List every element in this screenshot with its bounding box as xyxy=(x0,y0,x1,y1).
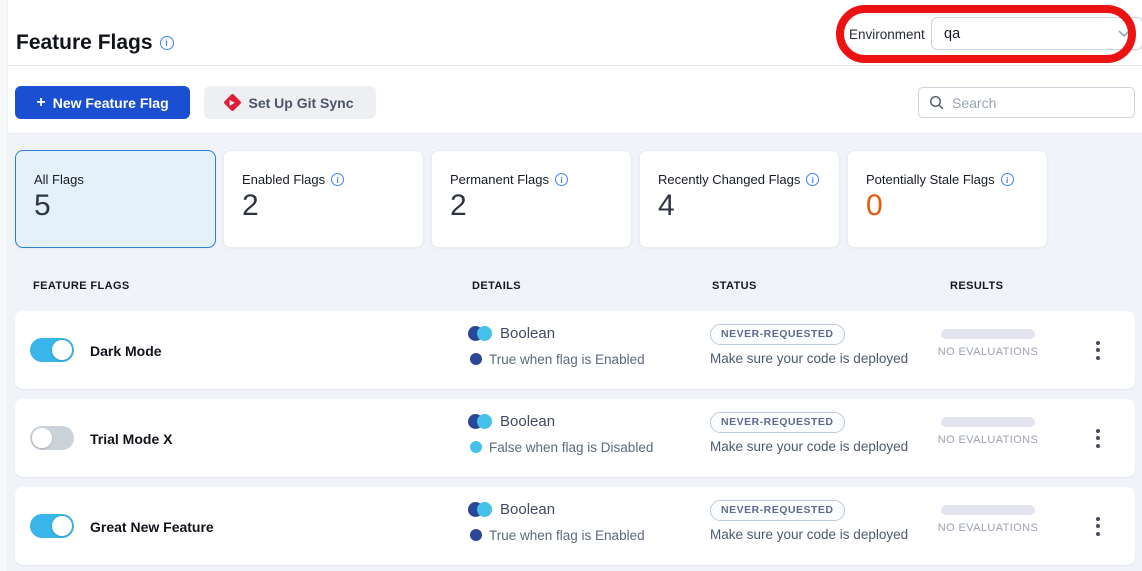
stat-label-text: All Flags xyxy=(34,172,84,187)
new-feature-flag-label: New Feature Flag xyxy=(53,95,169,111)
flag-name[interactable]: Trial Mode X xyxy=(90,431,172,447)
plus-icon: + xyxy=(36,95,45,111)
stat-label-text: Recently Changed Flags xyxy=(658,172,800,187)
value-dot-icon xyxy=(470,353,482,365)
boolean-type-icon xyxy=(468,414,493,429)
stat-label: Recently Changed Flags xyxy=(658,172,819,187)
kebab-menu-button[interactable] xyxy=(1085,423,1111,453)
status-badge: NEVER-REQUESTED xyxy=(710,324,845,345)
boolean-type-icon xyxy=(468,502,493,517)
info-icon[interactable] xyxy=(160,36,174,50)
flag-type-label: Boolean xyxy=(500,325,555,342)
search-icon xyxy=(929,95,944,110)
page-title: Feature Flags xyxy=(16,31,174,55)
stat-label-text: Potentially Stale Flags xyxy=(866,172,995,187)
git-icon xyxy=(224,93,242,111)
results-cell: NO EVALUATIONS xyxy=(933,329,1043,358)
status-badge: NEVER-REQUESTED xyxy=(710,412,845,433)
kebab-menu-button[interactable] xyxy=(1085,511,1111,541)
flag-detail-text: True when flag is Enabled xyxy=(489,352,645,367)
results-label: NO EVALUATIONS xyxy=(933,434,1043,446)
flag-detail-text: False when flag is Disabled xyxy=(489,440,653,455)
flag-type-label: Boolean xyxy=(500,501,555,518)
status-text: Make sure your code is deployed xyxy=(710,439,908,454)
column-header-status: STATUS xyxy=(712,280,757,292)
column-header-details: DETAILS xyxy=(472,280,521,292)
search-input[interactable] xyxy=(952,95,1133,111)
stat-value: 2 xyxy=(450,189,467,223)
column-header-results: RESULTS xyxy=(950,280,1003,292)
info-icon[interactable] xyxy=(555,173,568,186)
results-label: NO EVALUATIONS xyxy=(933,346,1043,358)
flag-name[interactable]: Dark Mode xyxy=(90,343,162,359)
stat-label: Permanent Flags xyxy=(450,172,568,187)
flag-toggle[interactable] xyxy=(30,514,74,538)
stat-label: All Flags xyxy=(34,172,84,187)
results-bar xyxy=(941,505,1035,515)
stat-card-enabled-flags[interactable]: Enabled Flags 2 xyxy=(223,150,424,248)
environment-selected-value: qa xyxy=(944,26,960,42)
environment-select[interactable]: qa xyxy=(931,17,1142,50)
results-bar xyxy=(941,417,1035,427)
title-bar: Feature Flags Environment qa xyxy=(8,0,1142,66)
search-box[interactable] xyxy=(918,87,1135,118)
git-sync-label: Set Up Git Sync xyxy=(248,95,353,111)
stat-value: 0 xyxy=(866,189,883,223)
flag-name[interactable]: Great New Feature xyxy=(90,519,214,535)
stat-value: 2 xyxy=(242,189,259,223)
stat-value: 5 xyxy=(34,189,51,223)
stat-value: 4 xyxy=(658,189,675,223)
status-text: Make sure your code is deployed xyxy=(710,351,908,366)
stat-label-text: Permanent Flags xyxy=(450,172,549,187)
stat-label: Enabled Flags xyxy=(242,172,344,187)
status-badge: NEVER-REQUESTED xyxy=(710,500,845,521)
results-cell: NO EVALUATIONS xyxy=(933,505,1043,534)
info-icon[interactable] xyxy=(331,173,344,186)
table-row: Trial Mode X Boolean False when flag is … xyxy=(15,399,1135,477)
new-feature-flag-button[interactable]: + New Feature Flag xyxy=(15,86,190,119)
info-icon[interactable] xyxy=(1001,173,1014,186)
git-sync-button[interactable]: Set Up Git Sync xyxy=(204,86,376,119)
stat-card-potentially-stale-flags[interactable]: Potentially Stale Flags 0 xyxy=(847,150,1048,248)
stat-card-all-flags[interactable]: All Flags 5 xyxy=(15,150,216,248)
kebab-menu-button[interactable] xyxy=(1085,335,1111,365)
stat-card-recently-changed-flags[interactable]: Recently Changed Flags 4 xyxy=(639,150,840,248)
stat-label: Potentially Stale Flags xyxy=(866,172,1014,187)
status-text: Make sure your code is deployed xyxy=(710,527,908,542)
info-icon[interactable] xyxy=(806,173,819,186)
value-dot-icon xyxy=(470,529,482,541)
value-dot-icon xyxy=(470,441,482,453)
toolbar: + New Feature Flag Set Up Git Sync xyxy=(8,66,1142,134)
results-bar xyxy=(941,329,1035,339)
flag-type-label: Boolean xyxy=(500,413,555,430)
page-title-text: Feature Flags xyxy=(16,31,153,55)
flag-toggle[interactable] xyxy=(30,426,74,450)
flag-detail-text: True when flag is Enabled xyxy=(489,528,645,543)
column-header-feature-flags: FEATURE FLAGS xyxy=(33,280,130,292)
stat-label-text: Enabled Flags xyxy=(242,172,325,187)
environment-label: Environment xyxy=(849,27,925,42)
chevron-down-icon xyxy=(1118,30,1130,38)
table-row: Great New Feature Boolean True when flag… xyxy=(15,487,1135,565)
page-left-edge xyxy=(0,0,8,571)
flag-toggle[interactable] xyxy=(30,338,74,362)
table-row: Dark Mode Boolean True when flag is Enab… xyxy=(15,311,1135,389)
results-label: NO EVALUATIONS xyxy=(933,522,1043,534)
feature-flags-page: Feature Flags Environment qa + New Featu… xyxy=(0,0,1142,571)
boolean-type-icon xyxy=(468,326,493,341)
results-cell: NO EVALUATIONS xyxy=(933,417,1043,446)
stat-card-permanent-flags[interactable]: Permanent Flags 2 xyxy=(431,150,632,248)
